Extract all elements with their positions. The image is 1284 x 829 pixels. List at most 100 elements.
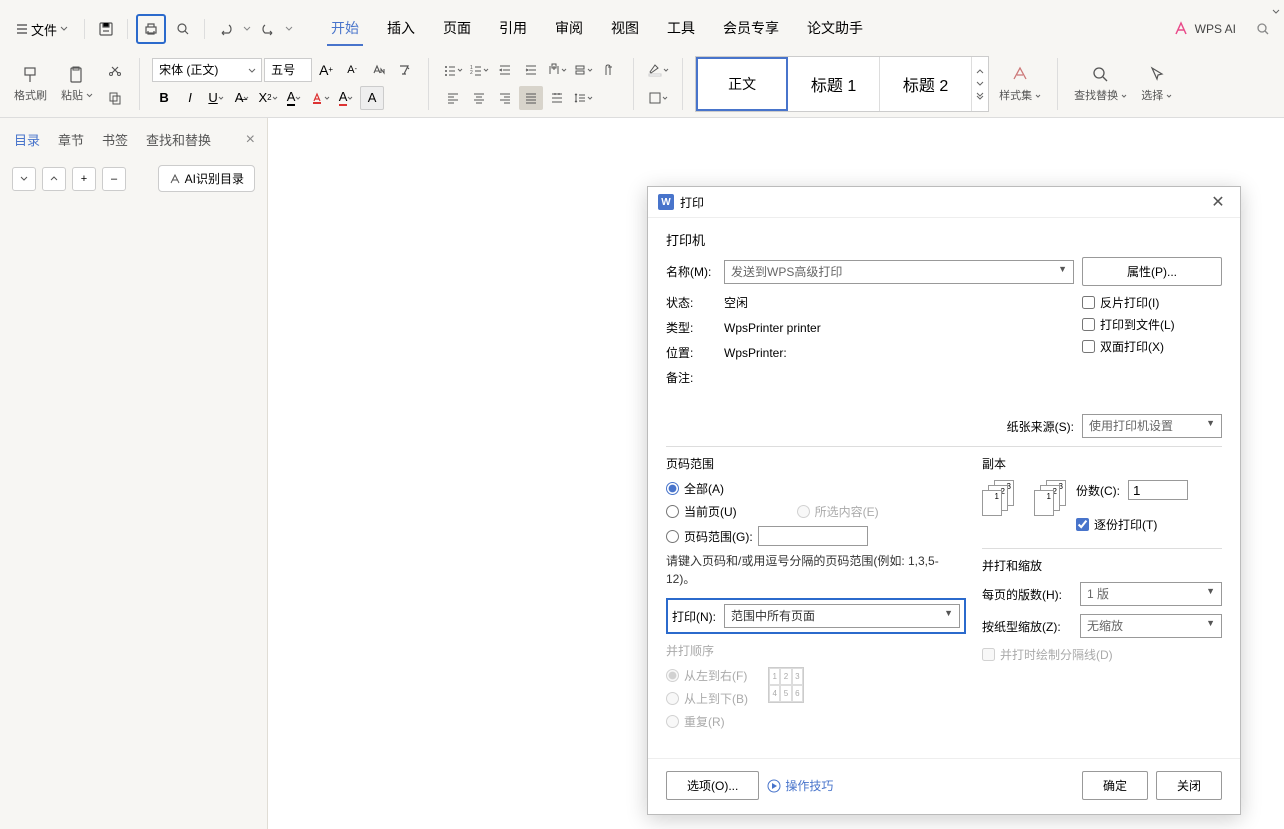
- format-painter-group[interactable]: 格式刷: [10, 65, 51, 103]
- shading-button[interactable]: A: [360, 86, 384, 110]
- radio-ltr: [666, 669, 679, 682]
- numbering-button[interactable]: 12: [467, 58, 491, 82]
- radio-all[interactable]: [666, 482, 679, 495]
- tab-reference[interactable]: 引用: [495, 12, 531, 46]
- search-button[interactable]: [1250, 16, 1276, 42]
- font-color-button[interactable]: A: [282, 86, 306, 110]
- gallery-up-icon[interactable]: [976, 68, 984, 76]
- remove-item-button[interactable]: –: [102, 167, 126, 191]
- select-button[interactable]: 选择: [1137, 65, 1176, 103]
- clear-format-button[interactable]: [392, 58, 416, 82]
- status-label: 状态:: [666, 294, 716, 311]
- bullets-button[interactable]: [441, 58, 465, 82]
- expand-all-button[interactable]: [42, 167, 66, 191]
- panel-tab-bookmark[interactable]: 书签: [100, 126, 130, 153]
- gallery-down-icon[interactable]: [976, 80, 984, 88]
- print-button[interactable]: [136, 14, 166, 44]
- superscript-button[interactable]: X2: [256, 86, 280, 110]
- justify-button[interactable]: [519, 86, 543, 110]
- copies-input[interactable]: [1128, 480, 1188, 500]
- align-right-button[interactable]: [493, 86, 517, 110]
- sort-button[interactable]: [571, 58, 595, 82]
- printer-name-select[interactable]: 发送到WPS高级打印: [724, 260, 1074, 284]
- undo-button[interactable]: [213, 16, 239, 42]
- scale-select[interactable]: 无缩放: [1080, 614, 1222, 638]
- save-icon-button[interactable]: [93, 16, 119, 42]
- text-color-button[interactable]: A: [334, 86, 358, 110]
- page-range-input[interactable]: [758, 526, 868, 546]
- panel-close-button[interactable]: ×: [246, 131, 255, 149]
- show-marks-button[interactable]: [597, 58, 621, 82]
- highlight-button[interactable]: [308, 86, 332, 110]
- tab-page[interactable]: 页面: [439, 12, 475, 46]
- style-h2[interactable]: 标题 2: [880, 57, 972, 111]
- font-select[interactable]: 宋体 (正文): [152, 58, 262, 82]
- panel-tab-findreplace[interactable]: 查找和替换: [144, 126, 213, 153]
- print-what-select[interactable]: 范围中所有页面: [724, 604, 960, 628]
- style-normal[interactable]: 正文: [696, 57, 788, 111]
- distribute-button[interactable]: [545, 86, 569, 110]
- tab-tools[interactable]: 工具: [663, 12, 699, 46]
- tips-link[interactable]: 操作技巧: [767, 777, 833, 794]
- cancel-button[interactable]: 关闭: [1156, 771, 1222, 800]
- italic-button[interactable]: I: [178, 86, 202, 110]
- collapse-all-button[interactable]: [12, 167, 36, 191]
- text-direction-button[interactable]: [545, 58, 569, 82]
- print-preview-button[interactable]: [170, 16, 196, 42]
- redo-button[interactable]: [255, 16, 281, 42]
- divider: [84, 19, 85, 39]
- underline-button[interactable]: U: [204, 86, 228, 110]
- increase-font-button[interactable]: A+: [314, 58, 338, 82]
- decrease-font-button[interactable]: A-: [340, 58, 364, 82]
- dialog-close-button[interactable]: ✕: [1206, 192, 1230, 212]
- border-button[interactable]: [646, 86, 670, 110]
- find-replace-button[interactable]: 查找替换: [1070, 65, 1131, 103]
- align-left-button[interactable]: [441, 86, 465, 110]
- file-menu[interactable]: 文件: [8, 16, 76, 43]
- styles-icon: [1010, 65, 1030, 85]
- shading-color-button[interactable]: [646, 58, 670, 82]
- status-value: 空闲: [724, 294, 748, 311]
- main-tabs: 开始 插入 页面 引用 审阅 视图 工具 会员专享 论文助手: [327, 12, 867, 46]
- radio-current[interactable]: [666, 505, 679, 518]
- duplex-checkbox[interactable]: [1082, 340, 1095, 353]
- tab-start[interactable]: 开始: [327, 12, 363, 46]
- tab-paper[interactable]: 论文助手: [803, 12, 867, 46]
- tab-review[interactable]: 审阅: [551, 12, 587, 46]
- tab-view[interactable]: 视图: [607, 12, 643, 46]
- wps-ai-icon: [1173, 21, 1189, 37]
- collate-checkbox[interactable]: [1076, 518, 1089, 531]
- bold-button[interactable]: B: [152, 86, 176, 110]
- radio-range[interactable]: [666, 530, 679, 543]
- properties-button[interactable]: 属性(P)...: [1082, 257, 1222, 286]
- paper-source-select[interactable]: 使用打印机设置: [1082, 414, 1222, 438]
- strikethrough-button[interactable]: A̶: [230, 86, 254, 110]
- style-h1[interactable]: 标题 1: [788, 57, 880, 111]
- tab-insert[interactable]: 插入: [383, 12, 419, 46]
- line-spacing-button[interactable]: [571, 86, 595, 110]
- wps-ai-button[interactable]: WPS AI: [1173, 21, 1236, 37]
- paste-group[interactable]: 粘贴: [57, 65, 97, 103]
- gallery-more-icon[interactable]: [976, 92, 984, 100]
- options-button[interactable]: 选项(O)...: [666, 771, 759, 800]
- location-value: WpsPrinter:: [724, 346, 787, 360]
- align-center-button[interactable]: [467, 86, 491, 110]
- remark-label: 备注:: [666, 369, 716, 386]
- increase-indent-button[interactable]: [519, 58, 543, 82]
- ai-toc-button[interactable]: AI识别目录: [158, 165, 255, 192]
- decrease-indent-button[interactable]: [493, 58, 517, 82]
- style-sets-button[interactable]: 样式集: [995, 65, 1045, 103]
- font-size-select[interactable]: 五号: [264, 58, 312, 82]
- add-item-button[interactable]: +: [72, 167, 96, 191]
- copy-button[interactable]: [103, 86, 127, 110]
- panel-tab-toc[interactable]: 目录: [12, 126, 42, 153]
- tab-member[interactable]: 会员专享: [719, 12, 783, 46]
- ok-button[interactable]: 确定: [1082, 771, 1148, 800]
- style-gallery[interactable]: 正文 标题 1 标题 2: [695, 56, 989, 112]
- panel-tab-chapter[interactable]: 章节: [56, 126, 86, 153]
- cut-button[interactable]: [103, 58, 127, 82]
- pages-per-sheet-select[interactable]: 1 版: [1080, 582, 1222, 606]
- mirror-print-checkbox[interactable]: [1082, 296, 1095, 309]
- change-case-button[interactable]: [366, 58, 390, 82]
- print-to-file-checkbox[interactable]: [1082, 318, 1095, 331]
